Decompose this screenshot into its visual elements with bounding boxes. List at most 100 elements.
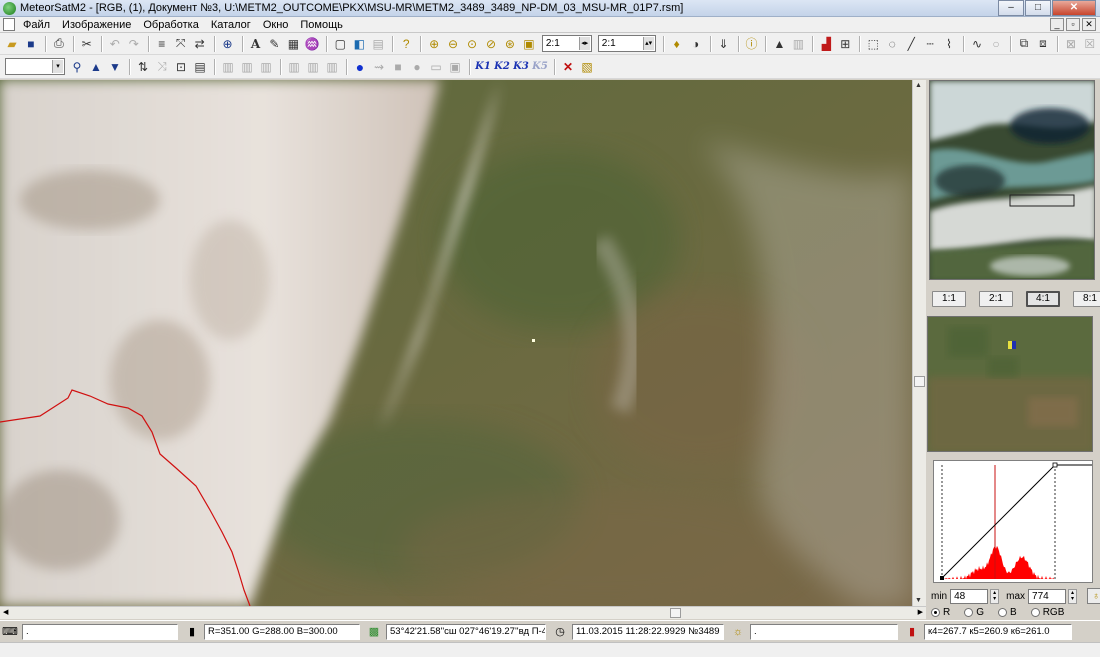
horizontal-scrollbar[interactable]: ◀ ▶ [0,606,926,619]
print-icon[interactable]: ⎙ [50,35,68,53]
menu-processing[interactable]: Обработка [139,19,206,31]
table-icon[interactable]: ▤ [369,35,387,53]
mdi-close-button[interactable]: ✕ [1082,18,1096,31]
histogram-panel[interactable] [933,460,1093,583]
radio-rgb[interactable]: RGB [1030,607,1064,618]
download-icon[interactable]: ⇓ [715,35,733,53]
ellipse-icon[interactable]: ○ [987,35,1005,53]
zoom-actual-icon[interactable]: ⊛ [501,35,519,53]
vertical-scroll-thumb[interactable] [914,376,925,387]
brush-icon[interactable]: ♒ [303,35,321,53]
abc-2-icon[interactable]: ▥ [238,58,256,76]
abc-3-icon[interactable]: ▥ [257,58,275,76]
zoom-region-icon[interactable]: ⊘ [482,35,500,53]
k3-button[interactable]: K3 [512,61,530,72]
mdi-minimize-button[interactable]: _ [1050,18,1064,31]
redo-icon[interactable]: ↷ [125,35,143,53]
abc-4-icon[interactable]: ▥ [285,58,303,76]
info-icon[interactable]: ⓘ [743,35,761,53]
menu-catalog[interactable]: Каталог [207,19,259,31]
tile-window-icon[interactable]: ⧈ [1034,35,1052,53]
menu-image[interactable]: Изображение [58,19,139,31]
grid-icon[interactable]: ▦ [284,35,302,53]
disabled-tool-icon[interactable]: ⊠ [1062,35,1080,53]
align-bottom-icon[interactable]: ▼ [106,58,124,76]
histogram-min-handle[interactable] [940,576,944,580]
drop-icon[interactable]: ♦ [668,35,686,53]
menu-window[interactable]: Окно [259,19,297,31]
k2-button[interactable]: K2 [493,61,511,72]
scroll-left-icon[interactable]: ◀ [3,608,8,616]
min-input[interactable]: 48 [950,588,989,604]
zoom-4-1-button[interactable]: 4:1 [1026,291,1060,307]
undo-icon[interactable]: ↶ [106,35,124,53]
scroll-right-icon[interactable]: ▶ [918,608,923,616]
save-icon[interactable]: ■ [22,35,40,53]
menu-file[interactable]: Файл [19,19,58,31]
merge-icon[interactable]: ⤨ [153,58,171,76]
text-icon[interactable]: A [247,35,265,53]
min-spinner[interactable]: ▴ ▾ [990,588,1000,604]
frame-select-icon[interactable]: ⊡ [172,58,190,76]
zoom-out-icon[interactable]: ⊖ [444,35,462,53]
max-spinner[interactable]: ▴ ▾ [1068,588,1078,604]
max-input[interactable]: 774 [1028,588,1067,604]
square-icon[interactable]: ■ [389,58,407,76]
scale-combo-1[interactable]: 2:1 ◂▸ [541,35,592,52]
minimize-button[interactable]: – [998,0,1024,16]
apply-icon[interactable]: ♁ [1087,588,1100,604]
scroll-down-icon[interactable]: ▼ [915,597,922,604]
zoom-in-icon[interactable]: ⊕ [425,35,443,53]
zoom-8-1-button[interactable]: 8:1 [1073,291,1100,307]
arrow-point-icon[interactable]: ⇝ [370,58,388,76]
split-icon[interactable]: ⤧ [172,35,190,53]
radio-g[interactable]: G [964,607,984,618]
contrast-icon[interactable]: ◑ [687,35,705,53]
k1-button[interactable]: K1 [474,61,492,72]
delete-icon[interactable]: ✕ [559,58,577,76]
maximize-button[interactable]: □ [1025,0,1051,16]
abc-6-icon[interactable]: ▥ [323,58,341,76]
swap-icon[interactable]: ⇄ [191,35,209,53]
scroll-up-icon[interactable]: ▲ [915,82,922,89]
abc-1-icon[interactable]: ▥ [219,58,237,76]
frame-icon[interactable]: ▢ [331,35,349,53]
dashed-line-icon[interactable]: ┄ [921,35,939,53]
select-rect-icon[interactable]: ⬚ [864,35,882,53]
close-button[interactable]: ✕ [1052,0,1096,16]
radio-b[interactable]: B [998,607,1017,618]
zoom-window-icon[interactable]: ▣ [520,35,538,53]
rect-outline-icon[interactable]: ▭ [427,58,445,76]
folder-open-icon[interactable]: ▰ [3,35,21,53]
zoom-fit-icon[interactable]: ⊙ [463,35,481,53]
line-icon[interactable]: ╱ [902,35,920,53]
curve-icon[interactable]: ∿ [968,35,986,53]
help-icon[interactable]: ? [397,35,415,53]
layer-combo[interactable]: ▾ [5,58,65,75]
cube-icon[interactable]: ◧ [350,35,368,53]
export-icon[interactable]: ▧ [578,58,596,76]
sheet-icon[interactable]: ▤ [191,58,209,76]
vertical-scrollbar[interactable]: ▲ ▼ [912,80,926,606]
radio-r[interactable]: R [931,607,950,618]
target-icon[interactable]: ⊕ [219,35,237,53]
bars-icon[interactable]: ▥ [789,35,807,53]
copy-window-icon[interactable]: ⧉ [1015,35,1033,53]
camera-icon[interactable]: ▣ [446,58,464,76]
zoom-2-1-button[interactable]: 2:1 [979,291,1013,307]
align-center-icon[interactable]: ⇅ [134,58,152,76]
k5-button[interactable]: K5 [531,61,549,72]
zoom-view[interactable] [927,316,1093,452]
menu-help[interactable]: Помощь [296,19,351,31]
disabled-close-icon[interactable]: ☒ [1081,35,1099,53]
align-top-icon[interactable]: ▲ [87,58,105,76]
polyline-icon[interactable]: ⌇ [940,35,958,53]
zoom-1-1-button[interactable]: 1:1 [932,291,966,307]
abc-5-icon[interactable]: ▥ [304,58,322,76]
layers-icon[interactable]: ≡ [153,35,171,53]
horizontal-scroll-thumb[interactable] [670,608,681,618]
pin-icon[interactable]: ⚲ [68,58,86,76]
circle-icon[interactable]: ● [408,58,426,76]
document-icon[interactable] [3,18,15,31]
mdi-restore-button[interactable]: ▫ [1066,18,1080,31]
